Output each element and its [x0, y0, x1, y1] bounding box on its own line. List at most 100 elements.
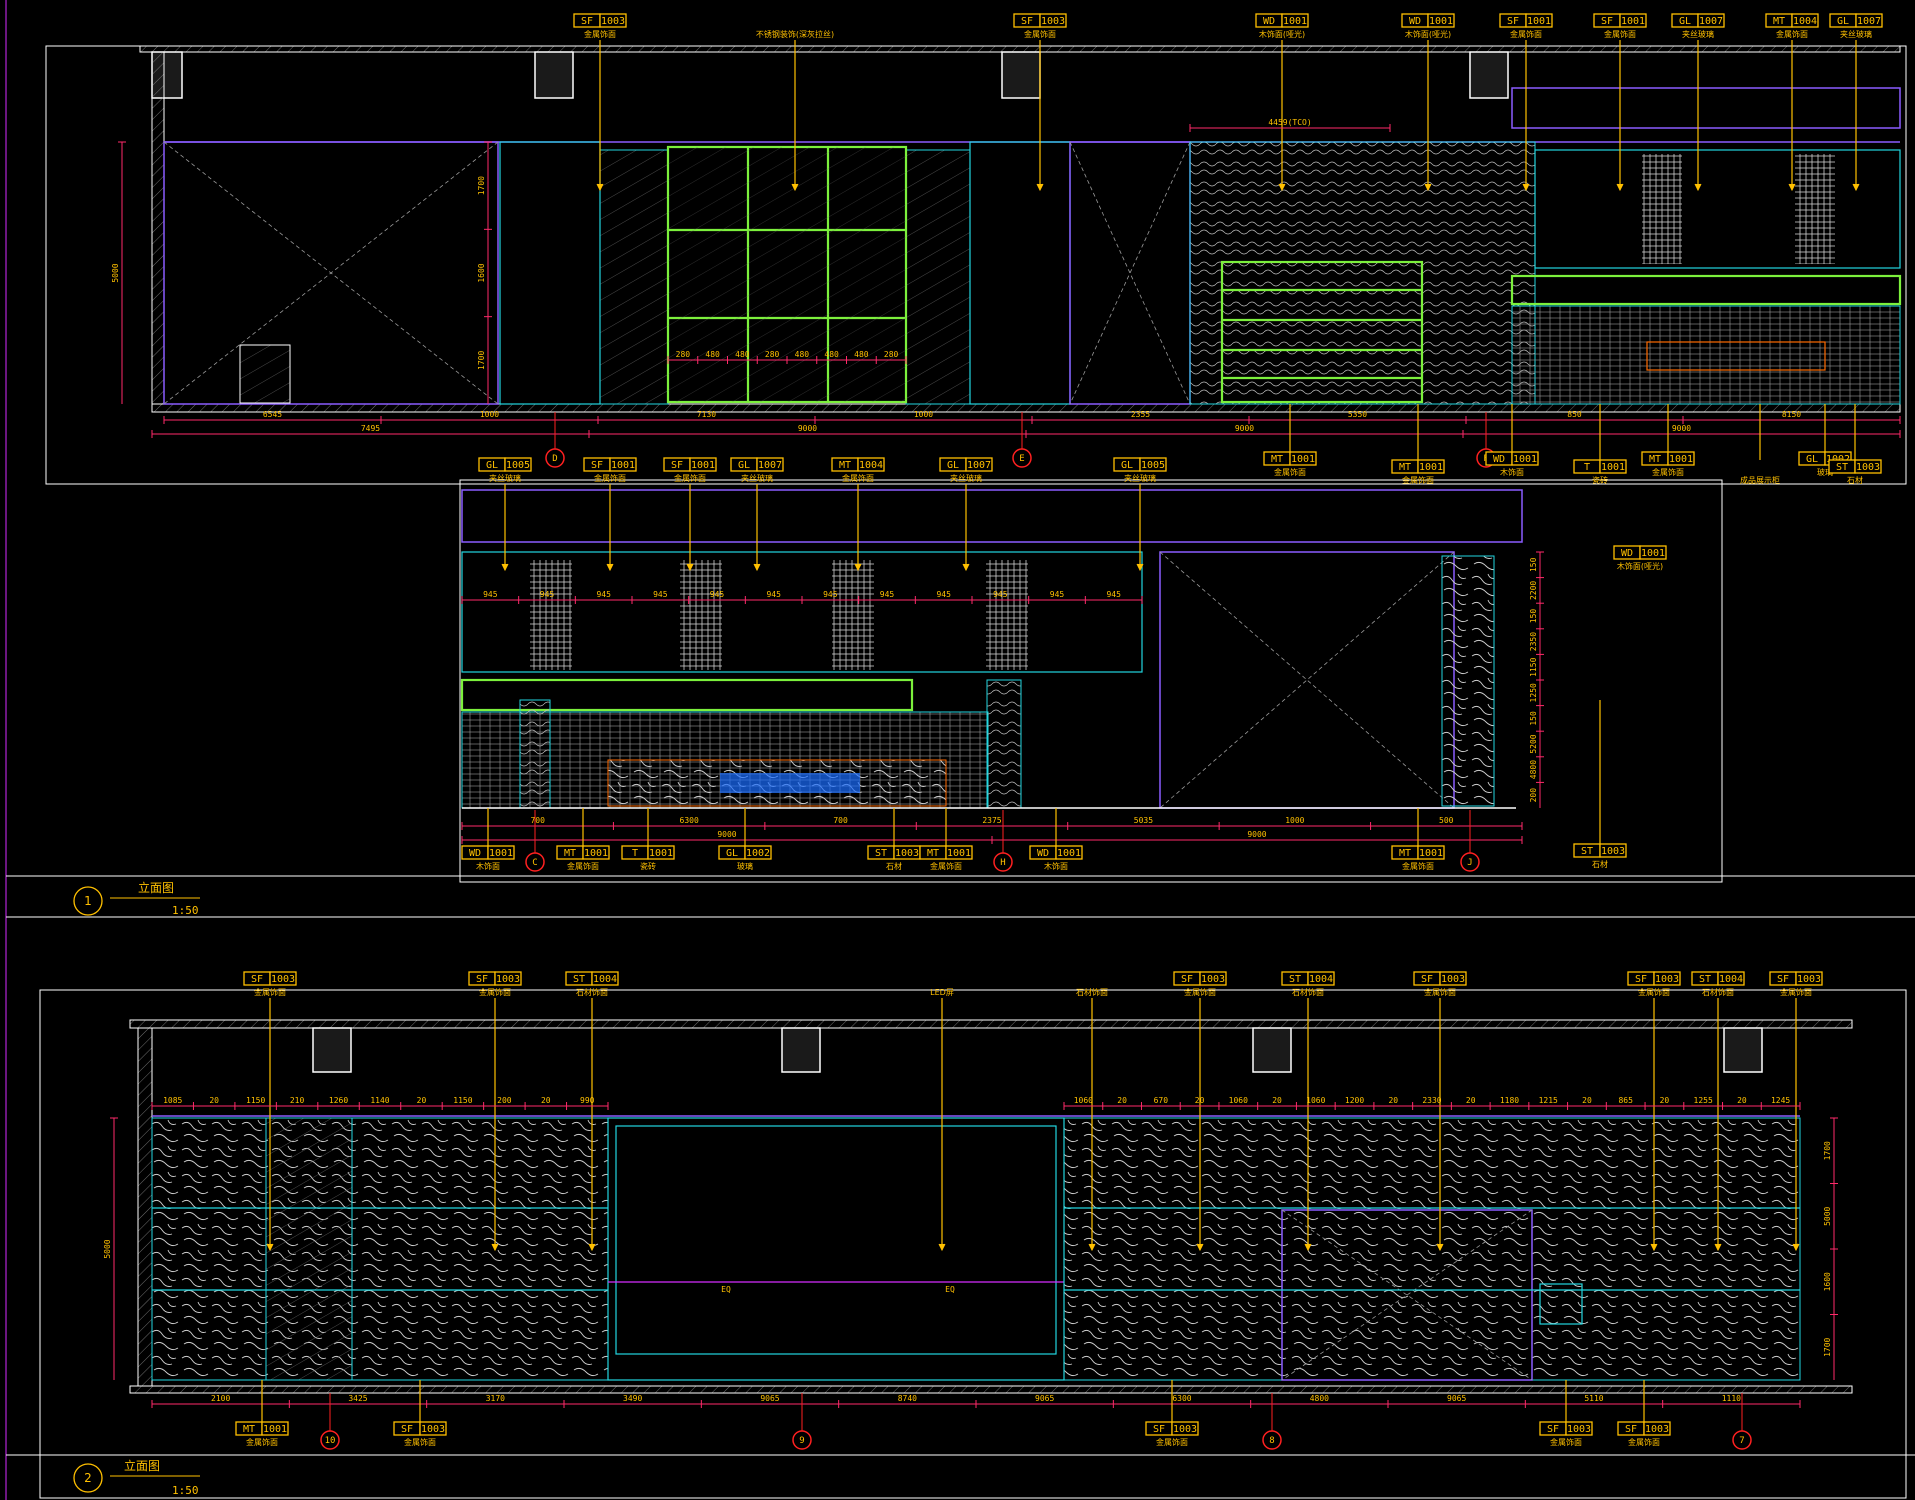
tag-code: GL — [947, 460, 959, 471]
dimension-value: 9065 — [1035, 1394, 1054, 1403]
tag-number: 1003 — [601, 16, 625, 27]
tag-caption: 金属饰面 — [254, 987, 286, 997]
tag-code: GL — [1679, 16, 1691, 27]
dimension-value: 200 — [1529, 788, 1538, 803]
tag-number: 1001 — [1527, 16, 1551, 27]
tag-code: SF — [1507, 16, 1519, 27]
tag-code: MT — [927, 848, 939, 859]
tag-code: SF — [1601, 16, 1613, 27]
tag-code: MT — [1271, 454, 1283, 465]
tag-caption: 金属饰面 — [594, 473, 626, 483]
tag-code: ST — [875, 848, 887, 859]
elevation-2-top-dimensions-left: 1085 20 1150 210 1260 1140 20 1150 200 20 990 — [151, 1096, 609, 1110]
dimension-value: 480 — [705, 350, 720, 359]
tag-caption: 金属饰面 — [1776, 29, 1808, 39]
dimension-value: 1700 — [477, 176, 486, 195]
tag-caption: 石材饰面 — [1076, 987, 1108, 997]
dimension-value: 5000 — [1823, 1206, 1832, 1225]
dimension-value: 2200 — [1529, 581, 1538, 600]
tag-code: WD — [1493, 454, 1505, 465]
tag-number: 1001 — [1669, 454, 1693, 465]
tag-code: ST — [1289, 974, 1301, 985]
dimension-value: 1255 — [1694, 1096, 1713, 1105]
material-tag-side: ST 1003 石材 — [1573, 700, 1627, 869]
dimension-value: 500 — [1439, 816, 1454, 825]
cad-drawing-canvas: 1 立面图 1:50 2 立面图 1:50 SF 1003金属饰面 不锈钢装饰(… — [5, 0, 1915, 1500]
dimension-value: 8150 — [1782, 410, 1801, 419]
dimension-value: 990 — [580, 1096, 595, 1105]
elevation-1-number: 1 — [84, 894, 92, 908]
dimension-value: 6300 — [680, 816, 699, 825]
dimension-value: 4459(TCO) — [1268, 118, 1311, 127]
tag-number: 1002 — [746, 848, 770, 859]
dimension-value: 945 — [880, 590, 895, 599]
tag-number: 1001 — [1283, 16, 1307, 27]
tag-caption: 木饰面(哑光) — [1259, 29, 1305, 39]
tag-code: GL — [738, 460, 750, 471]
material-tag: SF 1001 金属饰面 — [583, 457, 637, 572]
tag-number: 1003 — [271, 974, 295, 985]
tag-caption: 金属饰面 — [1628, 1437, 1660, 1447]
tag-code: GL — [1837, 16, 1849, 27]
dimension-value: 1060 — [1306, 1096, 1325, 1105]
tag-number: 1001 — [489, 848, 513, 859]
elevation-1-lower — [459, 479, 1723, 883]
tag-code: T — [1584, 462, 1590, 473]
tag-caption: 金属饰面 — [1274, 467, 1306, 477]
material-tag-right: WD 1001 木饰面(哑光) — [1613, 545, 1667, 571]
tag-number: 1003 — [1645, 1424, 1669, 1435]
material-tag-bottom: ST 1003 石材 — [1828, 404, 1882, 485]
material-tag: MT 1004 金属饰面 — [831, 457, 885, 572]
dimension-value: 8740 — [898, 1394, 917, 1403]
tag-number: 1001 — [1621, 16, 1645, 27]
elevation-2-scale: 1:50 — [172, 1484, 199, 1497]
elevation-1-scale: 1:50 — [172, 904, 199, 917]
tag-code: GL — [486, 460, 498, 471]
dimension-value: 4800 — [1310, 1394, 1329, 1403]
tag-caption: 石材饰面 — [576, 987, 608, 997]
dimension-value: 9000 — [1672, 424, 1691, 433]
leader-arrow — [938, 1243, 946, 1252]
tag-caption: 金属饰面 — [1780, 987, 1812, 997]
right-shelving — [1510, 87, 1902, 405]
tag-code: ST — [1699, 974, 1711, 985]
wood-wall — [1189, 141, 1536, 405]
grid-label: C — [532, 858, 537, 868]
dimension-value: 1700 — [1823, 1141, 1832, 1160]
tag-caption: 成品展示柜 — [1740, 475, 1780, 485]
tag-number: 1004 — [1793, 16, 1817, 27]
dimension-value: 5035 — [1134, 816, 1153, 825]
leader-arrow — [962, 563, 970, 572]
material-tag: GL 1007 夹丝玻璃 — [730, 457, 784, 572]
dimension-value: 20 — [1272, 1096, 1282, 1105]
grid-label: D — [552, 454, 557, 464]
dimension-value: 210 — [290, 1096, 305, 1105]
grid-label: 8 — [1269, 1436, 1274, 1446]
tag-caption: 金属饰面 — [1638, 987, 1670, 997]
material-tag-bottom: 成品展示柜 — [1740, 404, 1780, 485]
dimension-value: 20 — [1660, 1096, 1670, 1105]
dimension-value: 280 — [765, 350, 780, 359]
tag-caption: 瓷砖 — [640, 861, 656, 871]
dimension-value: 5110 — [1584, 1394, 1603, 1403]
tag-code: GL — [1806, 454, 1818, 465]
material-tag-bottom: MT 1001 金属饰面 — [1391, 404, 1445, 485]
left-wall — [151, 51, 165, 405]
tag-number: 1005 — [506, 460, 530, 471]
dimension-value: 3425 — [348, 1394, 367, 1403]
elevation-1-panel-heights: 1700 1600 1700 — [477, 141, 492, 404]
tag-caption: 金属饰面 — [1550, 1437, 1582, 1447]
dimension-value: 700 — [833, 816, 848, 825]
elevation-1b-total-dimensions: 9000 9000 — [461, 830, 1523, 844]
material-tag: GL 1007 夹丝玻璃 — [1829, 13, 1883, 192]
dimension-value: 9065 — [1447, 1394, 1466, 1403]
material-tag-bottom: MT 1001 金属饰面 — [1641, 404, 1695, 477]
dimension-value: 1180 — [1500, 1096, 1519, 1105]
elevation-1-height-dimension: 5000 — [111, 141, 126, 404]
tag-caption: 金属饰面 — [1510, 29, 1542, 39]
tag-caption: 夹丝玻璃 — [489, 473, 521, 483]
tag-caption: 石材 — [886, 861, 902, 871]
dimension-value: 2355 — [1131, 410, 1150, 419]
tag-caption: 夹丝玻璃 — [1124, 473, 1156, 483]
tag-caption: 木饰面(哑光) — [1617, 561, 1663, 571]
